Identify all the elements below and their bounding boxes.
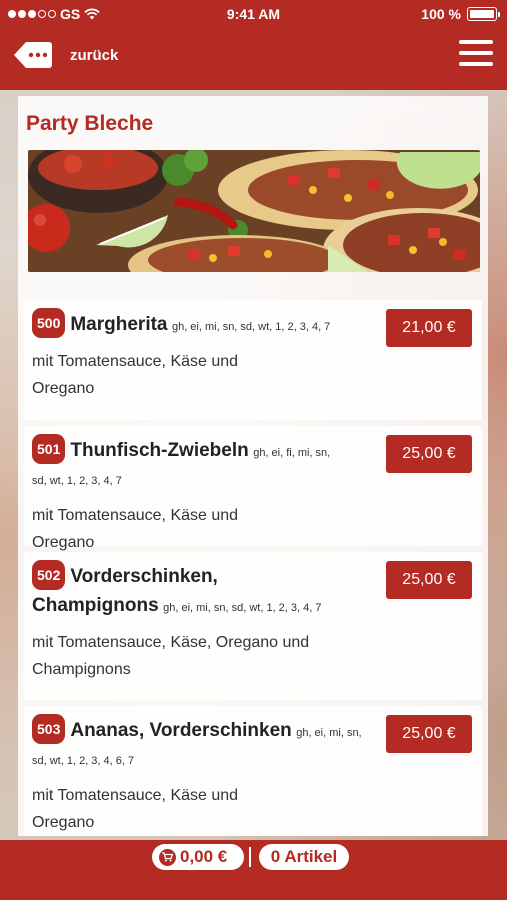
tag-back-icon [14, 42, 52, 68]
category-title: Party Bleche [26, 112, 154, 135]
battery-status: 100 % [421, 6, 500, 22]
item-number: 502 [32, 560, 66, 590]
add-to-cart-price-button[interactable]: 25,00 € [386, 435, 472, 473]
cart-total-button[interactable]: 0,00 € [152, 844, 244, 870]
item-name: Margherita [70, 314, 168, 335]
item-description: mit Tomatensauce, Käse und Oregano [32, 787, 239, 831]
menu-item[interactable]: 500 Margherita gh, ei, mi, sn, sd, wt, 1,… [24, 300, 482, 420]
menu-category-panel: Party Bleche 500 Margherita gh, ei, mi, … [18, 96, 488, 836]
divider [249, 847, 251, 867]
add-to-cart-price-button[interactable]: 21,00 € [386, 309, 472, 347]
category-hero-image [28, 150, 480, 272]
item-description: mit Tomatensauce, Käse und Oregano [32, 353, 239, 397]
item-name: Thunfisch-Zwiebeln [70, 440, 249, 461]
article-count-button[interactable]: 0 Artikel [259, 844, 349, 870]
back-button[interactable]: zurück [12, 39, 118, 71]
battery-percent: 100 % [421, 6, 461, 22]
menu-item[interactable]: 501 Thunfisch-Zwiebeln gh, ei, fi, mi, sn… [24, 426, 482, 551]
item-number: 501 [32, 434, 66, 464]
back-label: zurück [70, 46, 119, 64]
item-allergens: gh, ei, mi, sn, sd, wt, 1, 2, 3, 4, 7 [171, 321, 331, 333]
item-number: 503 [32, 714, 66, 744]
hamburger-menu-icon[interactable] [459, 40, 493, 72]
battery-icon [467, 7, 500, 21]
add-to-cart-price-button[interactable]: 25,00 € [386, 561, 472, 599]
item-allergens: gh, ei, mi, sn, sd, wt, 1, 2, 3, 4, 7 [163, 602, 322, 614]
app-header: GS 9:41 AM 100 % zurück [0, 0, 507, 90]
item-description: mit Tomatensauce, Käse, Oregano und Cham… [32, 634, 310, 678]
item-name: Ananas, Vorderschinken [70, 720, 292, 741]
add-to-cart-price-button[interactable]: 25,00 € [386, 715, 472, 753]
cart-bar: 0,00 € 0 Artikel [0, 840, 507, 900]
menu-item[interactable]: 502 Vorderschinken, Champignons gh, ei, m… [24, 552, 482, 700]
cart-total: 0,00 € [180, 847, 228, 866]
item-description: mit Tomatensauce, Käse und Oregano [32, 507, 239, 551]
menu-item[interactable]: 503 Ananas, Vorderschinken gh, ei, mi, sn… [24, 706, 482, 836]
cart-icon [159, 848, 176, 866]
status-bar: GS 9:41 AM 100 % [0, 0, 507, 28]
item-number: 500 [32, 308, 66, 338]
